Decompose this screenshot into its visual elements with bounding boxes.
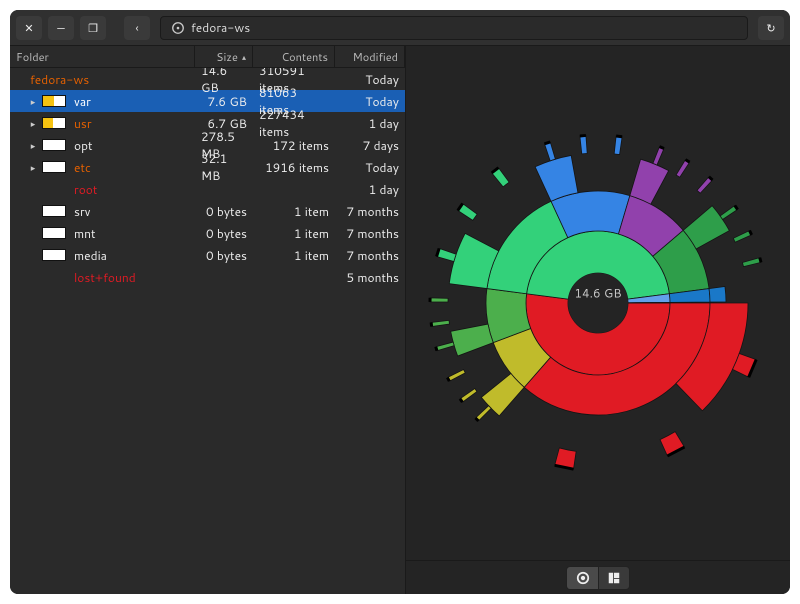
- expander-icon[interactable]: ▸: [28, 117, 38, 130]
- pathbar-crumb-label: fedora-ws: [191, 19, 250, 36]
- column-header-contents[interactable]: Contents: [253, 46, 335, 67]
- folder-name: media: [74, 247, 107, 264]
- cell-contents: 172 items: [253, 137, 335, 154]
- tree-root-row[interactable]: fedora-ws 14.6 GB 310591 items Today: [10, 68, 405, 90]
- view-switcher: [406, 560, 790, 594]
- sort-indicator-icon: ▴: [242, 51, 246, 63]
- usage-swatch: [42, 205, 66, 217]
- usage-swatch: [42, 161, 66, 173]
- tree-header: Folder Size ▴ Contents Modified: [10, 46, 405, 68]
- treemap-view-button[interactable]: [598, 566, 630, 590]
- folder-name: etc: [74, 159, 91, 176]
- usage-swatch: [42, 117, 66, 129]
- back-button[interactable]: ‹: [124, 16, 150, 40]
- maximize-button[interactable]: ❐: [80, 16, 106, 40]
- folder-name: fedora-ws: [30, 71, 89, 88]
- rings-icon: [576, 571, 590, 585]
- cell-contents: 1 item: [253, 247, 335, 264]
- cell-contents: 1916 items: [253, 159, 335, 176]
- cell-size: 0 bytes: [195, 247, 253, 264]
- cell-contents: 227434 items: [253, 106, 335, 140]
- minimize-button[interactable]: —: [48, 16, 74, 40]
- cell-modified: 7 days: [335, 137, 405, 154]
- cell-size: 32.1 MB: [195, 150, 253, 184]
- close-button[interactable]: ✕: [16, 16, 42, 40]
- column-header-folder[interactable]: Folder: [10, 46, 195, 67]
- cell-modified: 1 day: [335, 115, 405, 132]
- cell-size: 7.6 GB: [195, 93, 253, 110]
- cell-modified: 7 months: [335, 247, 405, 264]
- column-header-size-label: Size: [216, 49, 238, 65]
- tree-rows[interactable]: fedora-ws 14.6 GB 310591 items Today ▸ va…: [10, 68, 405, 594]
- usage-swatch: [42, 227, 66, 239]
- app-window: ✕ — ❐ ‹ fedora-ws ↻ Folder Size ▴ Co: [10, 10, 790, 594]
- usage-swatch: [42, 249, 66, 261]
- cell-modified: Today: [335, 71, 405, 88]
- usage-swatch: [42, 95, 66, 107]
- sunburst-chart[interactable]: 14.6 GB: [406, 46, 790, 560]
- titlebar: ✕ — ❐ ‹ fedora-ws ↻: [10, 10, 790, 46]
- cell-modified: 7 months: [335, 225, 405, 242]
- cell-contents: 1 item: [253, 225, 335, 242]
- cell-size: 0 bytes: [195, 225, 253, 242]
- folder-name: var: [74, 93, 91, 110]
- pathbar[interactable]: fedora-ws: [160, 16, 748, 40]
- tree-row[interactable]: ▸etc32.1 MB1916 itemsToday: [10, 156, 405, 178]
- folder-name: srv: [74, 203, 90, 220]
- usage-swatch: [42, 139, 66, 151]
- cell-modified: Today: [335, 159, 405, 176]
- cell-modified: Today: [335, 93, 405, 110]
- expander-icon[interactable]: ▸: [28, 139, 38, 152]
- cell-modified: 1 day: [335, 181, 405, 198]
- expander-icon[interactable]: ▸: [28, 161, 38, 174]
- folder-name: opt: [74, 137, 93, 154]
- tree-row[interactable]: srv 0 bytes1 item7 months: [10, 200, 405, 222]
- folder-name: usr: [74, 115, 92, 132]
- column-header-modified[interactable]: Modified: [335, 46, 405, 67]
- folder-name: mnt: [74, 225, 96, 242]
- disk-icon: [171, 21, 185, 35]
- tree-row[interactable]: mnt 0 bytes1 item7 months: [10, 222, 405, 244]
- column-header-size[interactable]: Size ▴: [195, 46, 253, 67]
- expander-icon[interactable]: ▸: [28, 95, 38, 108]
- chart-panel: 14.6 GB: [406, 46, 790, 594]
- tree-row[interactable]: ▸var7.6 GB81063 itemsToday: [10, 90, 405, 112]
- folder-name: lost+found: [74, 269, 136, 286]
- tree-row[interactable]: media 0 bytes1 item7 months: [10, 244, 405, 266]
- reload-button[interactable]: ↻: [758, 16, 784, 40]
- treemap-icon: [607, 571, 621, 585]
- content-split: Folder Size ▴ Contents Modified fedora-w…: [10, 46, 790, 594]
- rings-view-button[interactable]: [566, 566, 598, 590]
- pathbar-crumb[interactable]: fedora-ws: [161, 17, 260, 39]
- cell-modified: 7 months: [335, 203, 405, 220]
- cell-contents: 1 item: [253, 203, 335, 220]
- cell-modified: 5 months: [335, 269, 405, 286]
- folder-name: root: [74, 181, 97, 198]
- cell-size: 0 bytes: [195, 203, 253, 220]
- tree-row[interactable]: lost+found 5 months: [10, 266, 405, 288]
- folder-tree-panel: Folder Size ▴ Contents Modified fedora-w…: [10, 46, 406, 594]
